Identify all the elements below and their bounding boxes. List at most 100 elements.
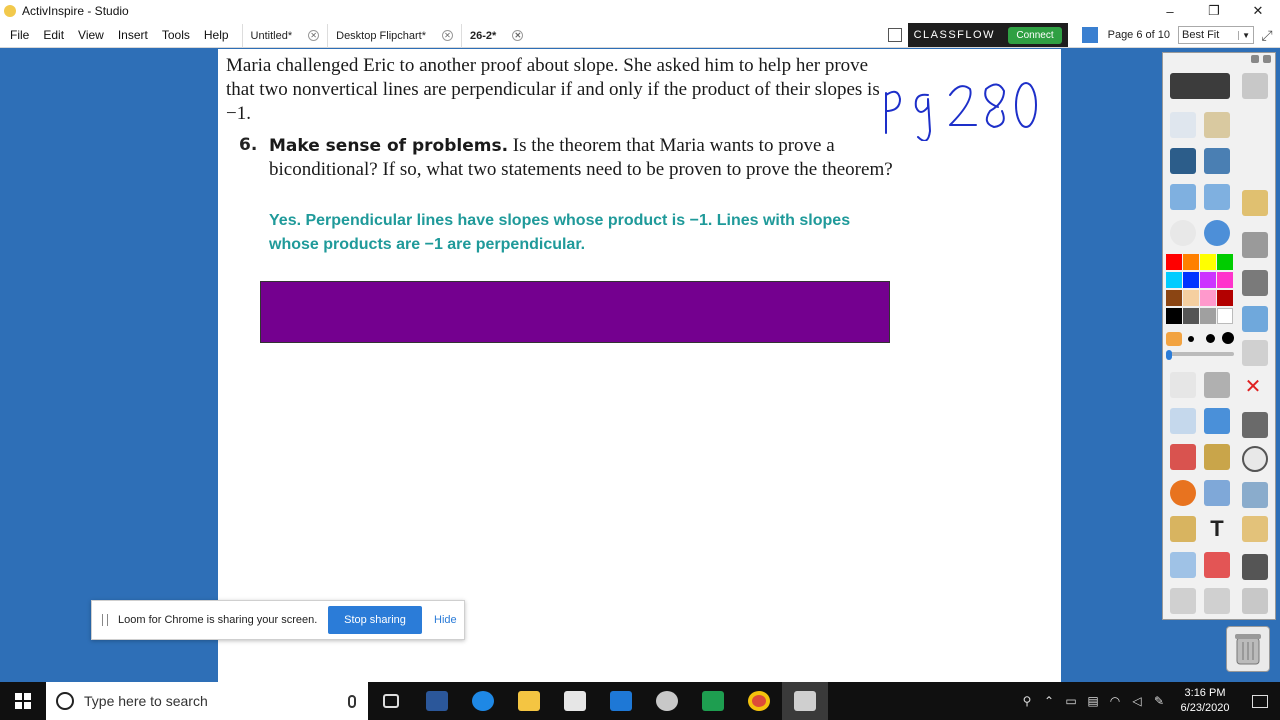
maximize-button[interactable]: ❐	[1192, 0, 1236, 22]
annotate-desktop-icon[interactable]	[1170, 148, 1196, 174]
windows-start-button[interactable]	[0, 682, 46, 720]
color-swatch-white[interactable]	[1217, 308, 1233, 324]
color-swatch-gray[interactable]	[1200, 308, 1216, 324]
taskbar-clock[interactable]: 3:16 PM 6/23/2020	[1170, 686, 1240, 716]
word-icon[interactable]	[414, 682, 460, 720]
fill-icon[interactable]	[1204, 444, 1230, 470]
eraser-icon[interactable]	[1170, 444, 1196, 470]
color-swatch-black[interactable]	[1166, 308, 1182, 324]
close-tab-icon[interactable]: ✕	[308, 30, 320, 41]
undo-icon[interactable]	[1170, 588, 1196, 614]
flipchart-browser-icon[interactable]	[1170, 112, 1196, 138]
edge-icon[interactable]	[460, 682, 506, 720]
people-icon[interactable]: ⚲	[1016, 682, 1038, 720]
color-swatch-dark-gray[interactable]	[1183, 308, 1199, 324]
hide-button[interactable]: Hide	[434, 614, 457, 626]
page-browser-icon[interactable]	[887, 28, 902, 42]
delete-x-icon[interactable]: ✕	[1242, 376, 1264, 398]
shape-icon[interactable]	[1170, 480, 1196, 506]
pen-workspace-icon[interactable]: ✎	[1148, 682, 1170, 720]
handwritten-note[interactable]	[878, 71, 1038, 141]
dual-user-icon[interactable]	[1242, 270, 1268, 296]
page-reset-icon[interactable]	[1242, 306, 1268, 332]
clear-icon[interactable]	[1170, 552, 1196, 578]
profile-icon[interactable]	[1242, 73, 1268, 99]
taskbar-search-input[interactable]: Type here to search	[46, 682, 368, 720]
menu-help[interactable]: Help	[197, 28, 236, 42]
stop-sharing-button[interactable]: Stop sharing	[328, 606, 422, 634]
camera-icon[interactable]	[1242, 412, 1268, 438]
close-tab-icon[interactable]: ✕	[442, 30, 453, 41]
network-icon[interactable]: ▤	[1082, 682, 1104, 720]
store-icon[interactable]	[552, 682, 598, 720]
battery-icon[interactable]: ▭	[1060, 682, 1082, 720]
zoom-select[interactable]: Best Fit ▼	[1178, 26, 1254, 44]
color-swatch-green[interactable]	[1217, 254, 1233, 270]
share-icon[interactable]	[1170, 73, 1230, 99]
menu-insert[interactable]: Insert	[111, 28, 155, 42]
color-swatch-cyan[interactable]	[1166, 272, 1182, 288]
resource-icon[interactable]	[1170, 516, 1196, 542]
menu-file[interactable]: File	[3, 28, 36, 42]
pen-width-medium-icon[interactable]	[1206, 334, 1215, 343]
chrome-icon[interactable]	[736, 682, 782, 720]
color-swatch-tan[interactable]	[1183, 290, 1199, 306]
tab-untitled[interactable]: Untitled* ✕	[241, 23, 328, 48]
activinspire-taskbar-icon[interactable]	[782, 682, 828, 720]
color-swatch-blue[interactable]	[1183, 272, 1199, 288]
next-page-icon[interactable]	[1204, 184, 1230, 210]
color-swatch-dark-red[interactable]	[1217, 290, 1233, 306]
connect-button[interactable]: Connect	[1008, 26, 1062, 44]
reset-page-icon[interactable]	[1204, 552, 1230, 578]
print-icon[interactable]	[1242, 232, 1268, 258]
menu-edit[interactable]: Edit	[36, 28, 71, 42]
microphone-icon[interactable]	[348, 694, 356, 708]
clipboard-icon[interactable]	[1242, 588, 1268, 614]
pen-tool-icon[interactable]	[1242, 190, 1268, 216]
handwriting-recognition-icon[interactable]	[1242, 516, 1268, 542]
color-swatch-purple[interactable]	[1200, 272, 1216, 288]
fullscreen-icon[interactable]: ⤢	[1254, 27, 1280, 44]
pen-width-slider[interactable]	[1166, 352, 1234, 356]
menu-tools[interactable]: Tools	[155, 28, 197, 42]
toolbox-pin-icon[interactable]	[1251, 55, 1259, 63]
snipping-tool-icon[interactable]	[644, 682, 690, 720]
minimize-button[interactable]: –	[1148, 0, 1192, 22]
pen-width-small-icon[interactable]	[1188, 336, 1194, 342]
pen-width-large-icon[interactable]	[1222, 332, 1234, 344]
main-tools-icon[interactable]	[1204, 372, 1230, 398]
connector-icon[interactable]	[1204, 480, 1230, 506]
color-swatch-pink[interactable]	[1217, 272, 1233, 288]
desktop-tools-icon[interactable]	[1204, 148, 1230, 174]
flipchart-page[interactable]: Maria challenged Eric to another proof a…	[218, 49, 1061, 682]
color-swatch-yellow[interactable]	[1200, 254, 1216, 270]
menu-view[interactable]: View	[71, 28, 111, 42]
close-tab-icon[interactable]: ✕	[512, 30, 524, 41]
notifications-icon[interactable]	[1240, 682, 1280, 720]
page-icon[interactable]	[1242, 340, 1268, 366]
tab-26-2[interactable]: 26-2* ✕	[461, 23, 531, 48]
previous-page-icon[interactable]	[1170, 184, 1196, 210]
text-tool-icon[interactable]: T	[1204, 516, 1230, 542]
color-swatch-brown[interactable]	[1166, 290, 1182, 306]
color-swatch-orange[interactable]	[1183, 254, 1199, 270]
trash-can-icon[interactable]	[1226, 626, 1270, 672]
redo-icon[interactable]	[1204, 588, 1230, 614]
cover-box[interactable]	[260, 281, 890, 343]
tab-desktop-flipchart[interactable]: Desktop Flipchart* ✕	[327, 23, 461, 48]
toolbox-close-icon[interactable]	[1263, 55, 1271, 63]
clock-icon[interactable]	[1242, 446, 1268, 472]
volume-icon[interactable]: ◁	[1126, 682, 1148, 720]
select-arrow-icon[interactable]	[1170, 372, 1196, 398]
color-picker-icon[interactable]	[1166, 332, 1182, 346]
color-swatch-red[interactable]	[1166, 254, 1182, 270]
save-icon[interactable]	[1242, 554, 1268, 580]
wifi-icon[interactable]: ◠	[1104, 682, 1126, 720]
drag-handle-icon[interactable]	[102, 614, 108, 626]
slider-handle[interactable]	[1166, 350, 1172, 360]
mail-icon[interactable]	[598, 682, 644, 720]
settings-icon[interactable]	[1081, 27, 1098, 43]
chevron-up-icon[interactable]: ⌃	[1038, 682, 1060, 720]
close-button[interactable]: ✕	[1236, 0, 1280, 22]
pen-icon[interactable]	[1170, 408, 1196, 434]
